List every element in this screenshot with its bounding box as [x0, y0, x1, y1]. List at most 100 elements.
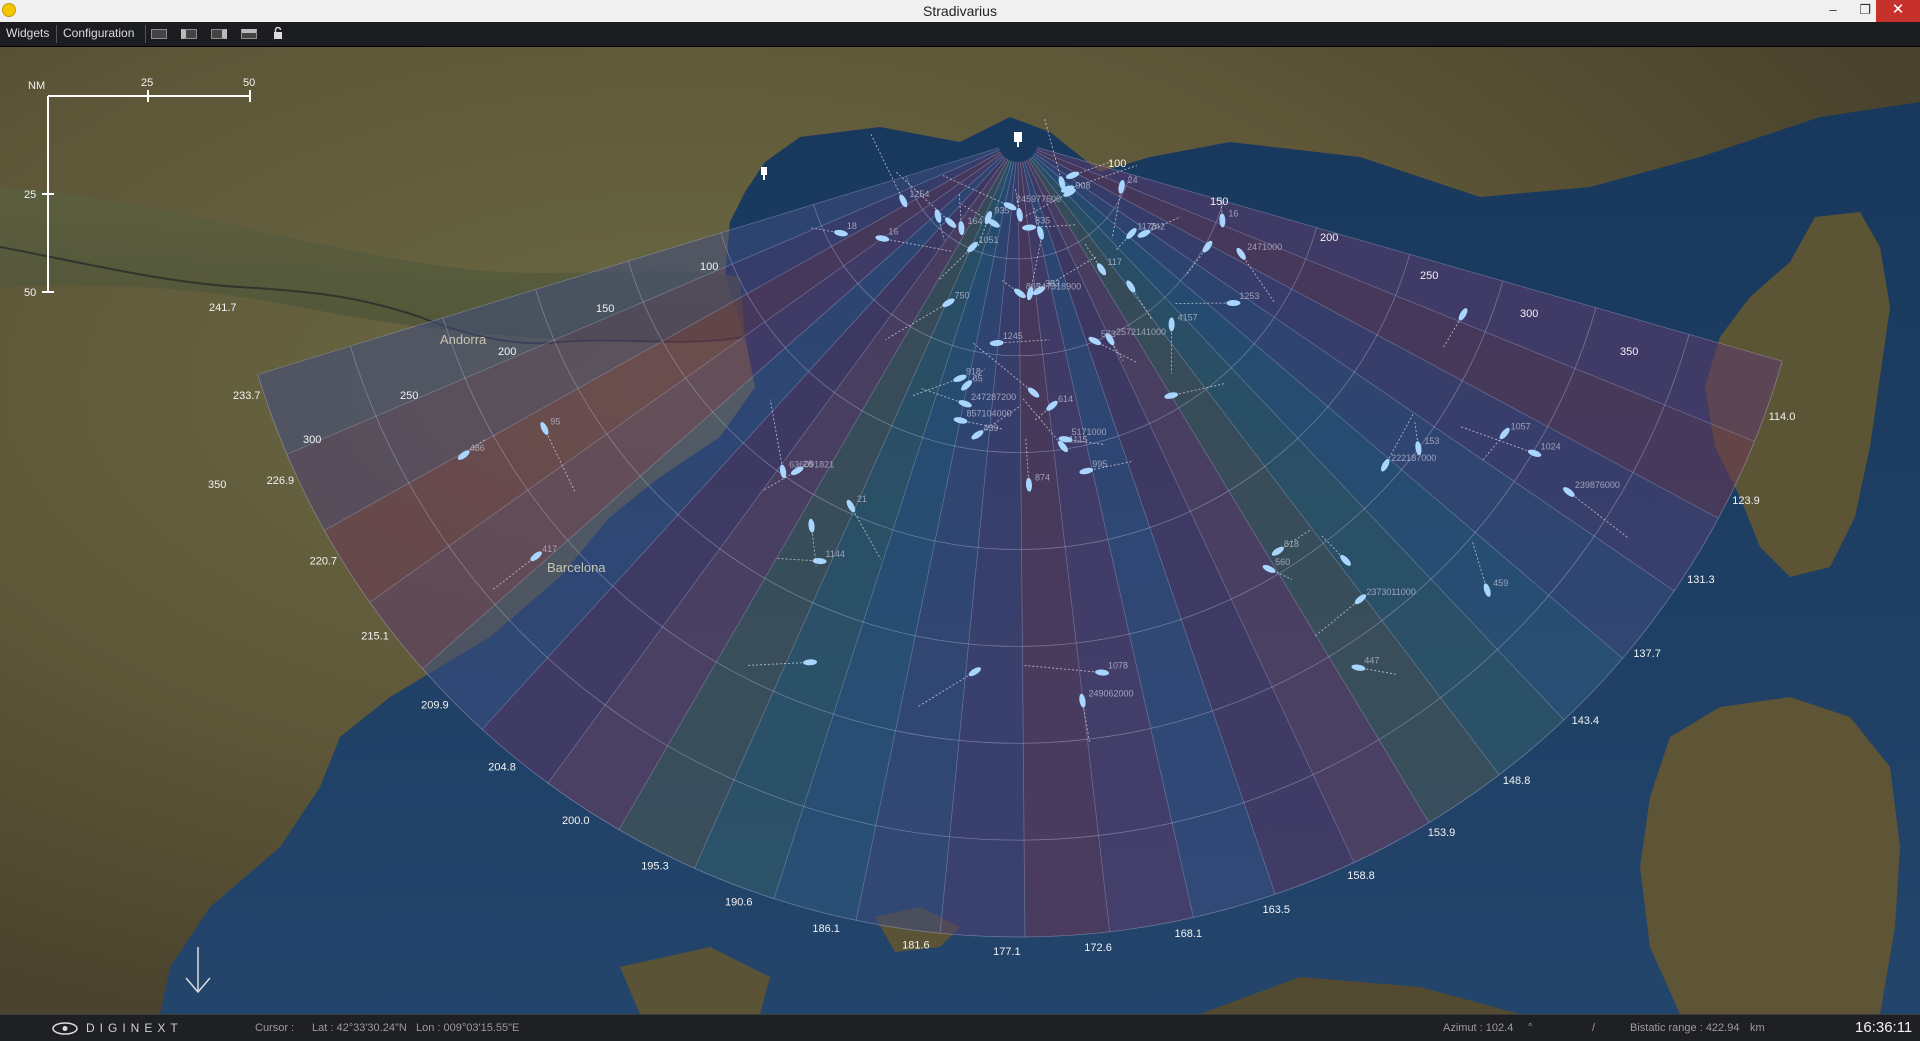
track-id-label: 1057 [1511, 421, 1531, 431]
cursor-lon: Lon : 009°03'15.55"E [416, 1022, 519, 1034]
menu-configuration[interactable]: Configuration [63, 26, 134, 40]
arc-label: 195.3 [641, 860, 669, 872]
arc-label: 168.1 [1174, 928, 1202, 940]
range-label-west: 200 [498, 346, 516, 358]
track-id-label: 874 [1035, 473, 1050, 483]
arc-label: 163.5 [1262, 904, 1290, 916]
arc-label: 190.6 [725, 897, 753, 909]
arc-label: 177.1 [993, 946, 1021, 958]
track-id-label: 249062000 [1088, 689, 1133, 699]
track-id-label: 857104000 [967, 408, 1012, 418]
track-id-label: 222187000 [1391, 453, 1436, 463]
track-id-label: 24 [1128, 175, 1138, 185]
range-label-west: 350 [208, 479, 226, 491]
track-id-label: 245977600 [1016, 194, 1061, 204]
track-id-label: 1253 [1239, 291, 1259, 301]
azimut-unit: ° [1528, 1022, 1532, 1034]
window-title: Stradivarius [0, 3, 1920, 19]
layout-4-icon[interactable] [241, 29, 257, 39]
diginext-logo-icon [52, 1022, 78, 1035]
arc-label: 241.7 [209, 302, 237, 314]
track-id-label: 247318900 [1036, 281, 1081, 291]
arc-label: 137.7 [1633, 648, 1661, 660]
menu-separator [145, 25, 146, 43]
clock: 16:36:11 [1855, 1019, 1912, 1036]
close-button[interactable]: ✕ [1876, 0, 1920, 22]
azimut-value: Azimut : 102.4 [1443, 1022, 1513, 1034]
arc-label: 220.7 [310, 555, 338, 567]
lock-icon[interactable] [273, 27, 283, 40]
menu-separator [56, 25, 57, 43]
menu-widgets[interactable]: Widgets [6, 26, 49, 40]
diginext-logo: DIGINEXT [86, 1021, 183, 1035]
range-label-east: 200 [1320, 232, 1338, 244]
arc-label: 204.8 [488, 761, 516, 773]
arc-label: 153.9 [1428, 827, 1456, 839]
range-label-west: 150 [596, 303, 614, 315]
place-label-barcelona: Barcelona [547, 560, 606, 575]
ship-marker [1169, 317, 1175, 331]
arc-label: 181.6 [902, 940, 930, 952]
range-label-west: 250 [400, 390, 418, 402]
range-label-east: 150 [1210, 196, 1228, 208]
arc-label: 209.9 [421, 700, 449, 712]
track-id-label: 1051 [979, 235, 999, 245]
track-id-label: 935 [994, 206, 1009, 216]
track-id-label: 1245 [1003, 331, 1023, 341]
track-id-label: 1178 [1137, 222, 1156, 232]
track-id-label: 1078 [1108, 661, 1128, 671]
track-id-label: 995 [1092, 459, 1107, 469]
scale-unit: NM [28, 80, 45, 92]
track-id-label: 614 [1058, 394, 1073, 404]
layout-3-icon[interactable] [211, 29, 227, 39]
track-id-label: 153 [1424, 436, 1439, 446]
track-id-label: 835 [1035, 216, 1050, 226]
range-label-east: 250 [1420, 270, 1438, 282]
track-id-label: 28 [803, 459, 813, 469]
cursor-lat: Lat : 42°33'30.24"N [312, 1022, 407, 1034]
track-id-label: 18 [847, 221, 857, 231]
track-id-label: 486 [470, 443, 485, 453]
range-label-west: 100 [700, 261, 718, 273]
track-id-label: 247287200 [971, 392, 1016, 402]
range-label-east: 300 [1520, 308, 1538, 320]
track-id-label: 1024 [1541, 441, 1561, 451]
arc-label: 226.9 [267, 475, 295, 487]
arc-label: 200.0 [562, 815, 590, 827]
track-id-label: 16 [1228, 208, 1238, 218]
track-id-label: 750 [954, 291, 969, 301]
minimize-button[interactable]: – [1818, 0, 1848, 22]
title-bar: Stradivarius – ❐ ✕ [0, 0, 1920, 23]
land-sardinia [1640, 697, 1900, 1014]
arc-label: 233.7 [233, 390, 261, 402]
arc-label: 131.3 [1687, 574, 1715, 586]
status-separator: / [1592, 1022, 1595, 1034]
track-id-label: 117 [1108, 257, 1122, 267]
layout-1-icon[interactable] [151, 29, 167, 39]
arc-label: 158.8 [1347, 870, 1375, 882]
track-id-label: 1144 [826, 549, 845, 559]
arc-label: 186.1 [812, 923, 840, 935]
scale-v-tick: 25 [24, 189, 36, 201]
layout-2-icon[interactable] [181, 29, 197, 39]
track-id-label: 2471000 [1247, 242, 1282, 252]
track-id-label: 417 [542, 544, 557, 554]
bistatic-range-unit: km [1750, 1022, 1765, 1034]
track-id-label: 459 [1493, 578, 1508, 588]
track-id-label: 1254 [909, 189, 929, 199]
map-view[interactable]: 114.0123.9131.3137.7143.4148.8153.9158.8… [0, 47, 1920, 1014]
place-label-andorra: Andorra [440, 332, 487, 347]
range-label-west: 300 [303, 434, 321, 446]
track-id-label: 2572141000 [1116, 327, 1166, 337]
track-id-label: 439 [983, 423, 998, 433]
track-id-label: 2373011000 [1366, 587, 1415, 597]
range-label-east: 100 [1108, 158, 1126, 170]
track-id-label: 447 [1364, 656, 1379, 666]
scale-h-tick: 25 [141, 77, 153, 89]
track-id-label: 5171000 [1072, 427, 1107, 437]
track-id-label: 16 [888, 226, 898, 236]
status-bar: DIGINEXT Cursor : Lat : 42°33'30.24"N Lo… [0, 1014, 1920, 1041]
range-label-east: 350 [1620, 346, 1638, 358]
arc-label: 172.6 [1084, 942, 1112, 954]
track-id-label: 21 [857, 494, 867, 504]
